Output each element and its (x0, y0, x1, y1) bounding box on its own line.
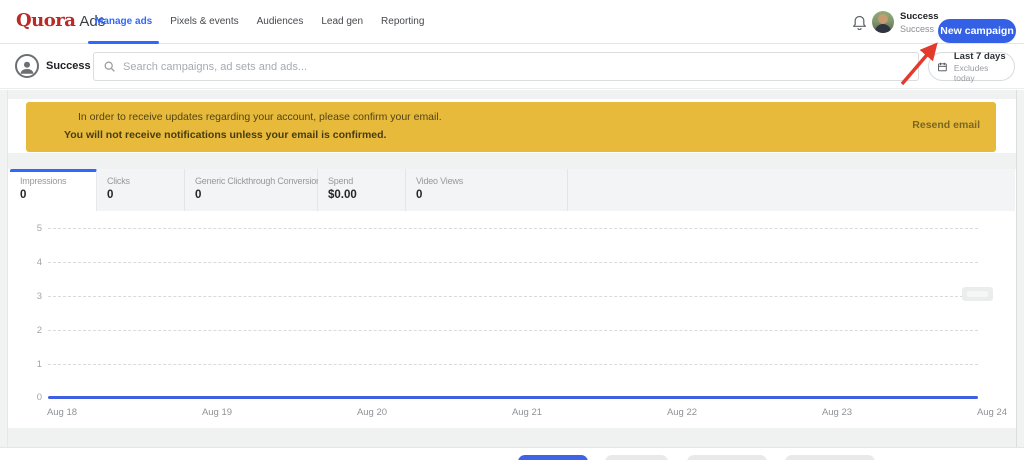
metric-label: Generic Clickthrough Conversions (195, 176, 317, 186)
faded-tooltip (962, 287, 993, 301)
separator-band (0, 428, 1024, 447)
user-menu[interactable]: Success Success (900, 11, 940, 34)
x-axis-label: Aug 22 (667, 407, 697, 418)
x-axis-label: Aug 23 (822, 407, 852, 418)
metric-value: 0 (20, 189, 96, 201)
chart-series-line (48, 396, 978, 399)
bell-icon (852, 14, 867, 30)
banner-message: In order to receive updates regarding yo… (78, 111, 442, 123)
nav-tab-pixels-events[interactable]: Pixels & events (170, 0, 238, 44)
metric-tab-spend[interactable]: Spend $0.00 (318, 169, 406, 211)
account-toolbar: Success Last 7 days Excludes today (0, 44, 1024, 89)
metric-tab-impressions[interactable]: Impressions 0 (10, 169, 97, 211)
search-input[interactable] (123, 61, 909, 73)
nav-tab-audiences[interactable]: Audiences (257, 0, 304, 44)
left-page-gutter (0, 90, 8, 460)
y-axis-tick: 1 (16, 359, 42, 370)
metric-label: Impressions (20, 176, 96, 186)
metric-tabstrip: Impressions 0 Clicks 0 Generic Clickthro… (10, 169, 1015, 211)
metric-tab-conversions[interactable]: Generic Clickthrough Conversions 0 (185, 169, 318, 211)
cutoff-secondary-button[interactable] (785, 455, 875, 460)
email-confirmation-banner: In order to receive updates regarding yo… (26, 102, 996, 152)
metric-value: $0.00 (328, 189, 405, 201)
notifications-bell-icon[interactable] (852, 14, 867, 30)
x-axis-label: Aug 21 (512, 407, 542, 418)
quora-ads-logo[interactable]: QuoraAds (16, 10, 105, 31)
bottom-action-bar (0, 447, 1024, 460)
user-handle: Success (900, 24, 940, 34)
top-header: QuoraAds Manage ads Pixels & events Audi… (0, 0, 1024, 44)
nav-tab-lead-gen[interactable]: Lead gen (321, 0, 363, 44)
metric-label: Video Views (416, 176, 567, 186)
cutoff-secondary-button[interactable] (605, 455, 668, 460)
y-axis-tick: 2 (16, 325, 42, 336)
account-avatar-icon[interactable] (15, 54, 39, 78)
date-range-note: Excludes today (954, 63, 1006, 83)
cutoff-secondary-button[interactable] (687, 455, 767, 460)
y-axis-tick: 4 (16, 257, 42, 268)
y-axis-tick: 5 (16, 223, 42, 234)
person-icon (18, 58, 36, 76)
metric-label: Spend (328, 176, 405, 186)
user-avatar[interactable] (872, 11, 894, 33)
metric-value: 0 (195, 189, 317, 201)
date-range-label: Last 7 days (954, 51, 1006, 62)
nav-tab-manage-ads[interactable]: Manage ads (95, 0, 152, 44)
metric-value: 0 (107, 189, 184, 201)
account-name: Success (46, 60, 91, 72)
separator-band (0, 90, 1024, 99)
x-axis-label: Aug 24 (977, 407, 1007, 418)
metric-value: 0 (416, 189, 567, 201)
metric-tab-clicks[interactable]: Clicks 0 (97, 169, 185, 211)
quora-ads-dashboard: QuoraAds Manage ads Pixels & events Audi… (0, 0, 1024, 460)
annotation-arrow (897, 42, 943, 88)
user-name: Success (900, 11, 940, 22)
resend-email-button[interactable]: Resend email (912, 119, 980, 131)
y-axis-tick: 3 (16, 291, 42, 302)
new-campaign-button[interactable]: New campaign (938, 19, 1016, 43)
logo-quora-text: Quora (16, 10, 75, 31)
right-page-gutter (1016, 90, 1024, 460)
banner-warning: You will not receive notifications unles… (64, 129, 386, 141)
performance-card: Impressions 0 Clicks 0 Generic Clickthro… (10, 169, 1015, 428)
nav-tab-reporting[interactable]: Reporting (381, 0, 424, 44)
search-box (93, 52, 919, 81)
metric-tab-video-views[interactable]: Video Views 0 (406, 169, 568, 211)
x-axis-label: Aug 19 (202, 407, 232, 418)
x-axis-label: Aug 18 (47, 407, 77, 418)
separator-band (0, 153, 1024, 169)
search-icon (103, 60, 116, 73)
metric-label: Clicks (107, 176, 184, 186)
x-axis-label: Aug 20 (357, 407, 387, 418)
y-axis-tick: 0 (16, 392, 42, 403)
cutoff-primary-button[interactable] (518, 455, 588, 460)
primary-nav: Manage ads Pixels & events Audiences Lea… (95, 0, 424, 44)
